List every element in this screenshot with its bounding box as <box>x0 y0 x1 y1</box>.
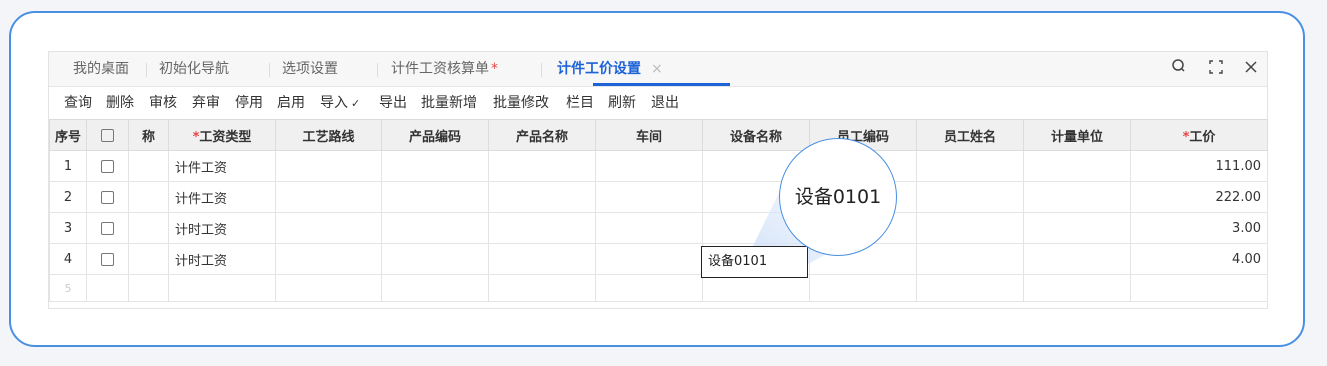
magnifier-beam <box>752 170 860 264</box>
zoom-magnifier: 设备0101 <box>779 138 897 256</box>
device-name-editor[interactable]: 设备0101 <box>701 246 808 278</box>
